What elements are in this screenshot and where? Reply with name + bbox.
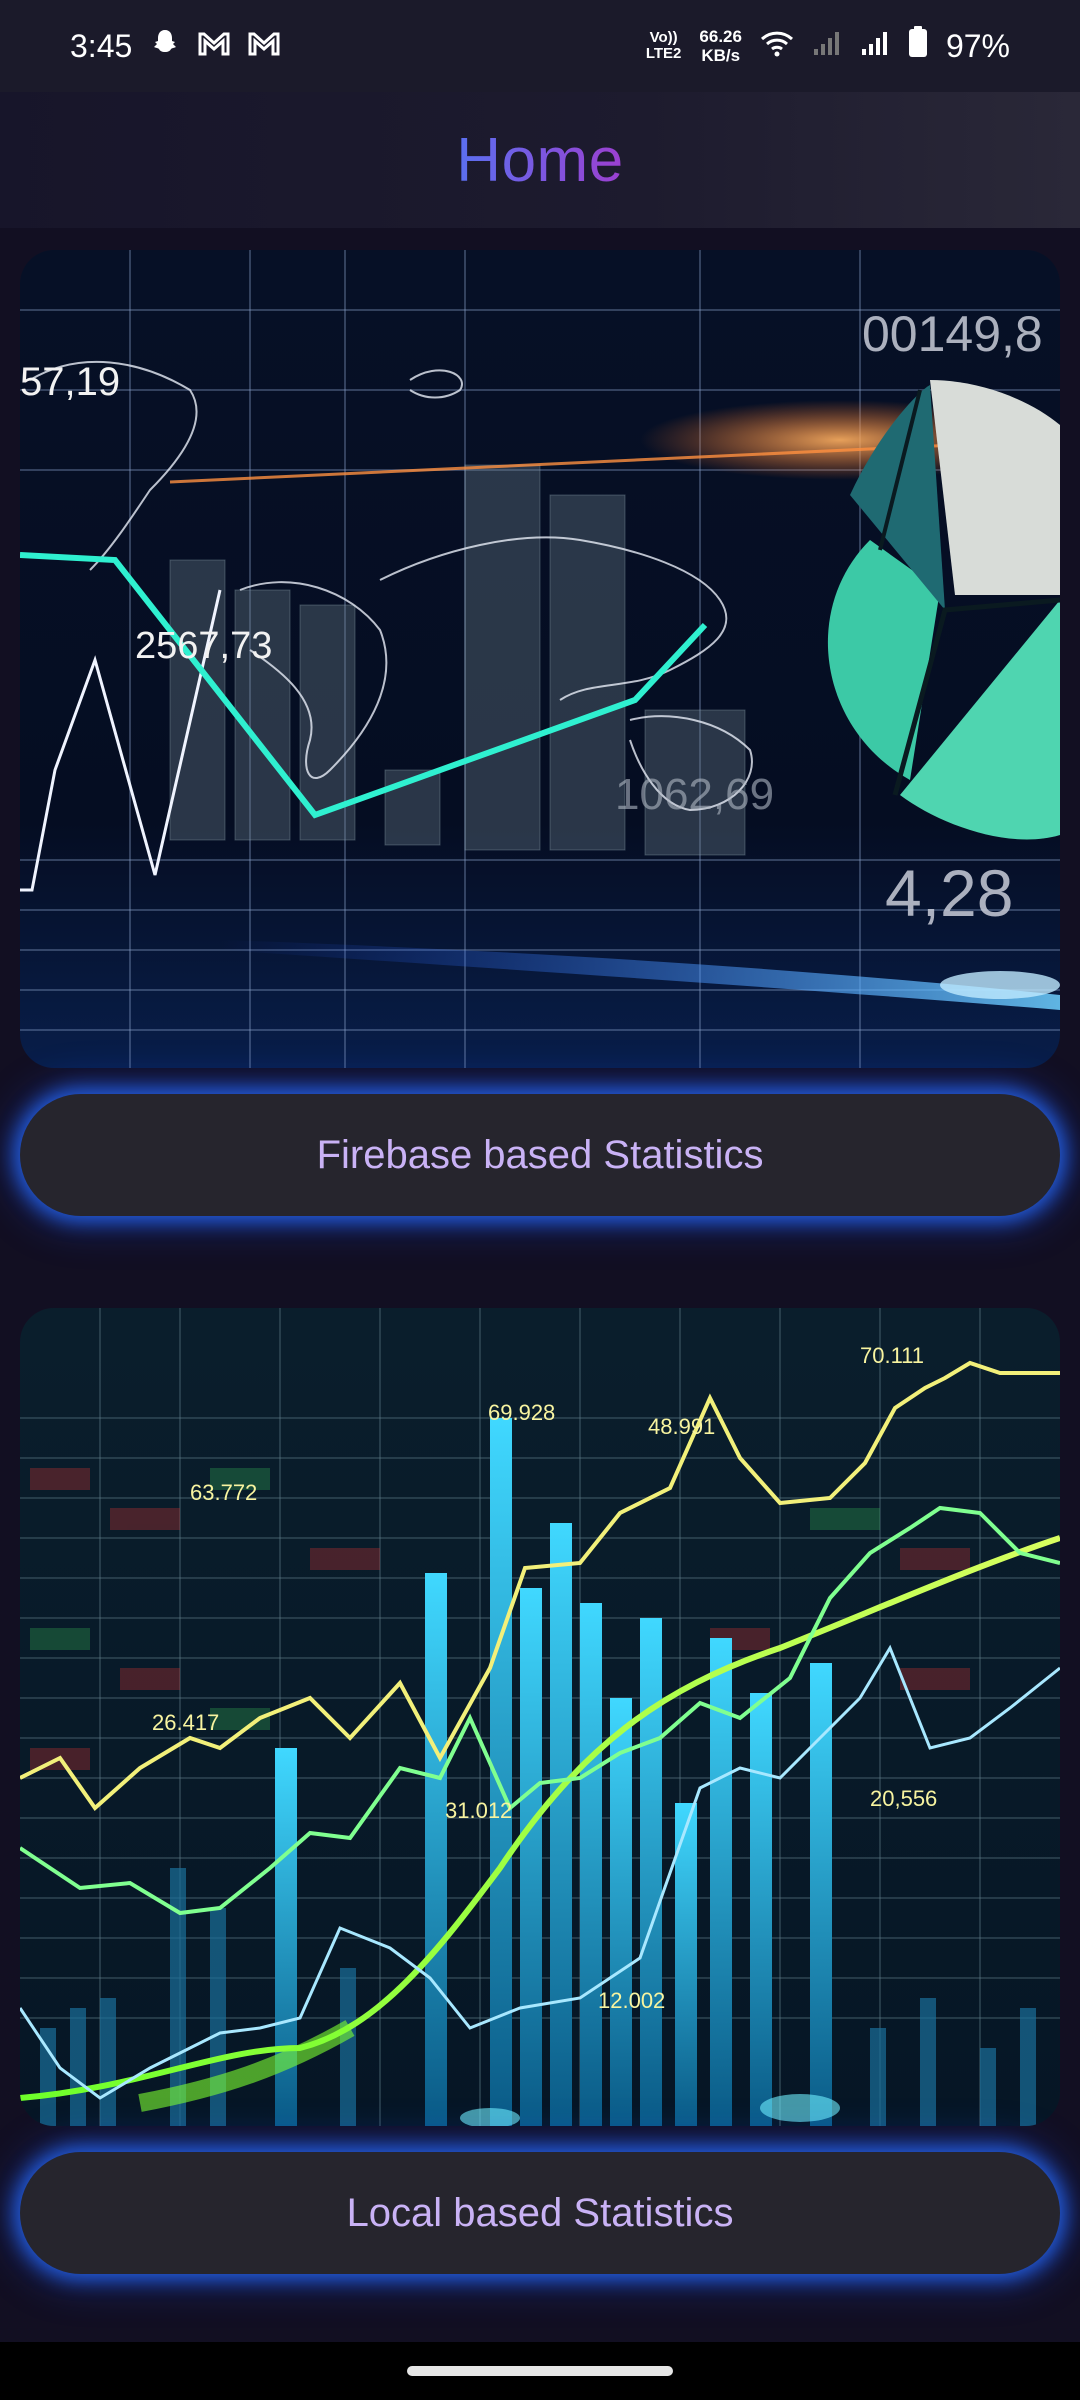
signal-weak-icon xyxy=(812,28,842,65)
chart-label: 00149,8 xyxy=(862,306,1043,362)
volte-bottom-label: LTE2 xyxy=(645,45,682,62)
gmail-icon xyxy=(198,28,230,65)
chart-label: 1062,69 xyxy=(615,770,775,819)
chart-label: 31.012 xyxy=(445,1798,513,1823)
snapchat-icon xyxy=(150,27,180,65)
chart-label: 12.002 xyxy=(598,1988,666,2013)
wifi-icon xyxy=(760,28,794,65)
battery-percent: 97% xyxy=(945,27,1010,64)
signal-icon xyxy=(860,28,890,65)
chart-label: 26.417 xyxy=(152,1710,220,1735)
battery-icon xyxy=(908,26,928,66)
local-statistics-button[interactable]: Local based Statistics xyxy=(20,2152,1060,2274)
chart-label: 63.772 xyxy=(190,1480,258,1505)
page-title: Home xyxy=(456,125,624,195)
status-bar: 3:45 Vo)) LTE2 66.26 KB/s 97% xyxy=(0,0,1080,92)
app-header: Home xyxy=(0,92,1080,228)
chart-label: 20,556 xyxy=(870,1786,938,1811)
network-speed-value: 66.26 xyxy=(699,27,742,46)
chart-label: 2567,73 xyxy=(135,625,273,667)
volte-indicator: Vo)) LTE2 xyxy=(646,30,682,62)
chart-label: 48.991 xyxy=(648,1414,716,1439)
home-gesture-handle[interactable] xyxy=(407,2366,673,2376)
gmail-icon xyxy=(248,28,280,65)
chart-label: 69.928 xyxy=(488,1400,556,1425)
firebase-stats-image[interactable]: 57,19 2567,73 00149,8 1062,69 4,28 xyxy=(20,250,1060,1068)
firebase-statistics-button[interactable]: Firebase based Statistics xyxy=(20,1094,1060,1216)
navigation-bar xyxy=(0,2342,1080,2400)
chart-label: 70.111 xyxy=(860,1343,925,1368)
volte-top-label: Vo)) xyxy=(649,29,678,46)
status-time: 3:45 xyxy=(70,27,133,64)
local-stats-image[interactable]: 70.111 69.928 48.991 63.772 26.417 31.01… xyxy=(20,1308,1060,2126)
network-speed-unit: KB/s xyxy=(701,46,741,65)
network-speed: 66.26 KB/s xyxy=(699,27,742,65)
chart-label: 4,28 xyxy=(885,856,1014,930)
chart-label: 57,19 xyxy=(20,360,121,404)
